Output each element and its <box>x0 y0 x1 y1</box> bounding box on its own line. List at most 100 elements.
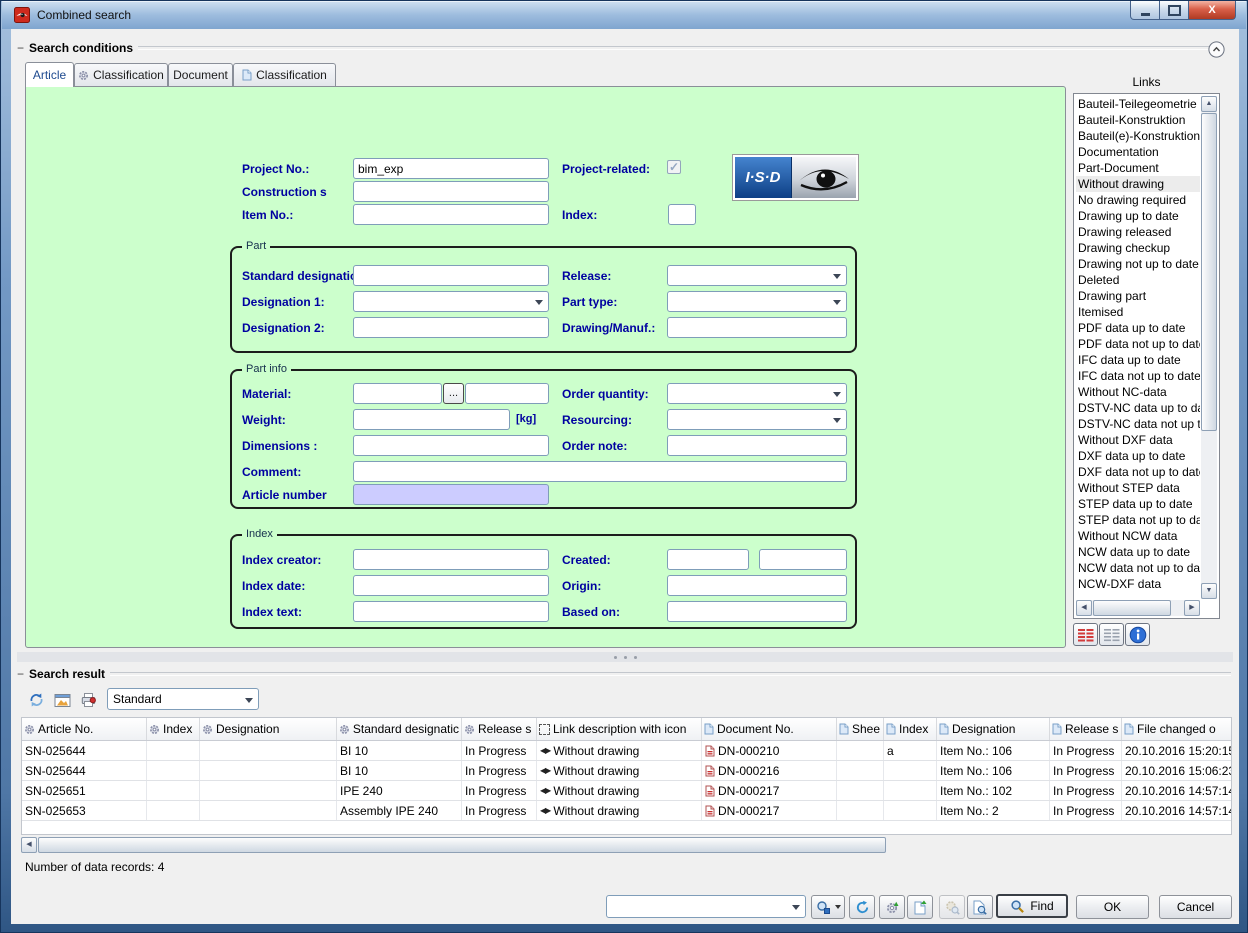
maximize-button[interactable] <box>1160 1 1189 20</box>
tab-article[interactable]: Article <box>25 62 74 87</box>
link-item[interactable]: STEP data not up to date <box>1076 512 1200 528</box>
column-header[interactable]: Standard designatic <box>337 718 462 740</box>
save-search-split-button[interactable] <box>811 895 845 919</box>
created-input-1[interactable] <box>667 549 749 570</box>
scroll-up-button[interactable]: ▲ <box>1201 96 1217 112</box>
link-item[interactable]: DSTV-NC data not up to date <box>1076 416 1200 432</box>
link-item[interactable]: NCW data not up to date <box>1076 560 1200 576</box>
link-item[interactable]: IFC data up to date <box>1076 352 1200 368</box>
export-view-button[interactable] <box>51 689 73 711</box>
link-item[interactable]: Bauteil-Teilegeometrie <box>1076 96 1200 112</box>
dimensions-input[interactable] <box>353 435 549 456</box>
tab-classification-2[interactable]: Classification <box>233 63 336 86</box>
link-item[interactable]: Without NCW data <box>1076 528 1200 544</box>
table-row[interactable]: SN-025653Assembly IPE 240In Progress◀▶Wi… <box>22 801 1231 821</box>
scroll-left-button[interactable]: ◀ <box>1076 600 1092 616</box>
link-item[interactable]: Drawing released <box>1076 224 1200 240</box>
material-input-1[interactable] <box>353 383 442 404</box>
section-splitter[interactable] <box>17 652 1233 662</box>
link-item[interactable]: Drawing checkup <box>1076 240 1200 256</box>
created-input-2[interactable] <box>759 549 847 570</box>
info-button[interactable] <box>1125 623 1150 646</box>
column-header[interactable]: Release s <box>462 718 537 740</box>
link-item[interactable]: DXF data not up to date <box>1076 464 1200 480</box>
construction-input[interactable] <box>353 181 549 202</box>
table-row[interactable]: SN-025644BI 10In Progress◀▶Without drawi… <box>22 761 1231 781</box>
column-header[interactable]: Link description with icon <box>537 718 702 740</box>
release-combobox[interactable] <box>667 265 847 286</box>
links-vertical-scrollbar[interactable]: ▲ ▼ <box>1201 96 1217 599</box>
item-no-input[interactable] <box>353 204 549 225</box>
links-horizontal-scrollbar[interactable]: ◀ ▶ <box>1076 600 1200 616</box>
ok-button[interactable]: OK <box>1076 895 1149 919</box>
based-on-input[interactable] <box>667 601 847 622</box>
load-document-search-button[interactable] <box>907 895 933 919</box>
link-item[interactable]: DXF data up to date <box>1076 448 1200 464</box>
column-header[interactable]: Document No. <box>702 718 837 740</box>
link-item[interactable]: STEP data up to date <box>1076 496 1200 512</box>
project-no-input[interactable] <box>353 158 549 179</box>
link-item[interactable]: NCW data up to date <box>1076 544 1200 560</box>
link-item[interactable]: Documentation <box>1076 144 1200 160</box>
list-view-gray-button[interactable] <box>1099 623 1124 646</box>
load-part-search-button[interactable] <box>879 895 905 919</box>
close-button[interactable]: X <box>1189 1 1236 20</box>
designation2-input[interactable] <box>353 317 549 338</box>
index-creator-input[interactable] <box>353 549 549 570</box>
column-header[interactable]: Index <box>147 718 200 740</box>
index-input[interactable] <box>668 204 696 225</box>
comment-input[interactable] <box>353 461 847 482</box>
order-note-input[interactable] <box>667 435 847 456</box>
link-item[interactable]: NCW-DXF data <box>1076 576 1200 592</box>
resourcing-combobox[interactable] <box>667 409 847 430</box>
part-type-combobox[interactable] <box>667 291 847 312</box>
column-header[interactable]: Designation <box>937 718 1050 740</box>
link-item[interactable]: No drawing required <box>1076 192 1200 208</box>
horizontal-scroll-thumb[interactable] <box>1093 600 1171 616</box>
link-item[interactable]: Without DXF data <box>1076 432 1200 448</box>
find-button[interactable]: Find <box>996 894 1068 918</box>
footer-search-combobox[interactable] <box>606 895 806 918</box>
column-header[interactable]: File changed o <box>1122 718 1232 740</box>
link-item[interactable]: Bauteil-Konstruktion <box>1076 112 1200 128</box>
standard-designation-input[interactable] <box>353 265 549 286</box>
link-item[interactable]: DSTV-NC data up to date <box>1076 400 1200 416</box>
link-item[interactable]: IFC data not up to date <box>1076 368 1200 384</box>
table-row[interactable]: SN-025651IPE 240In Progress◀▶Without dra… <box>22 781 1231 801</box>
collapse-chevron-button[interactable] <box>1208 41 1225 58</box>
tab-document[interactable]: Document <box>168 63 233 86</box>
link-item[interactable]: Without STEP data <box>1076 480 1200 496</box>
vertical-scroll-thumb[interactable] <box>1201 113 1217 431</box>
scroll-left-button[interactable]: ◀ <box>21 837 37 853</box>
list-view-red-button[interactable] <box>1073 623 1098 646</box>
column-header[interactable]: Release s <box>1050 718 1122 740</box>
cancel-button[interactable]: Cancel <box>1159 895 1232 919</box>
print-result-button[interactable] <box>77 689 99 711</box>
result-view-combobox[interactable]: Standard <box>107 688 259 710</box>
drawing-manuf-input[interactable] <box>667 317 847 338</box>
scroll-down-button[interactable]: ▼ <box>1201 583 1217 599</box>
origin-input[interactable] <box>667 575 847 596</box>
column-header[interactable]: Article No. <box>22 718 147 740</box>
column-header[interactable]: Designation <box>200 718 337 740</box>
link-item[interactable]: Without NC-data <box>1076 384 1200 400</box>
index-text-input[interactable] <box>353 601 549 622</box>
result-horizontal-scrollbar[interactable]: ◀ <box>21 837 887 853</box>
material-browse-button[interactable]: ... <box>443 383 464 404</box>
order-quantity-combobox[interactable] <box>667 383 847 404</box>
link-item[interactable]: Without drawing <box>1076 176 1200 192</box>
column-header[interactable]: Index <box>884 718 937 740</box>
link-item[interactable]: Part-Document <box>1076 160 1200 176</box>
index-date-input[interactable] <box>353 575 549 596</box>
refresh-search-button[interactable] <box>849 895 875 919</box>
link-item[interactable]: Bauteil(e)-Konstruktion <box>1076 128 1200 144</box>
link-item[interactable]: Drawing up to date <box>1076 208 1200 224</box>
horizontal-scroll-thumb[interactable] <box>38 837 886 853</box>
material-input-2[interactable] <box>465 383 549 404</box>
link-item[interactable]: Itemised <box>1076 304 1200 320</box>
link-item[interactable]: Drawing part <box>1076 288 1200 304</box>
table-row[interactable]: SN-025644BI 10In Progress◀▶Without drawi… <box>22 741 1231 761</box>
designation1-combobox[interactable] <box>353 291 549 312</box>
refresh-result-button[interactable] <box>25 689 47 711</box>
document-search-button[interactable] <box>967 895 993 919</box>
